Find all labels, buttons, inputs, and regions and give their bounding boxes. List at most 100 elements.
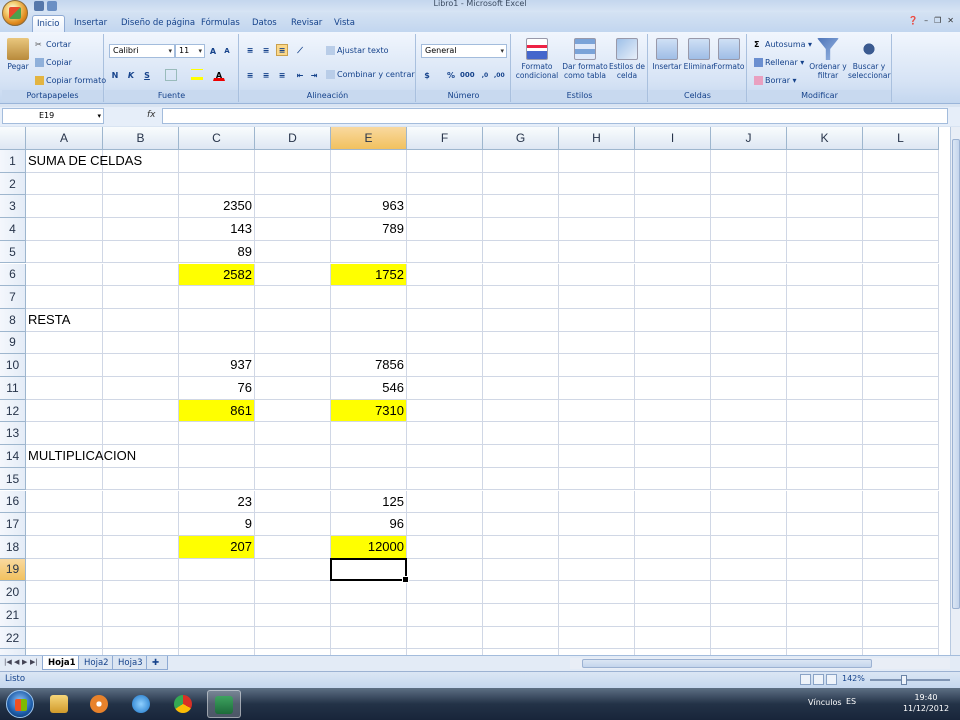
orientation-icon[interactable]: ⟋ [294, 44, 306, 56]
cell-d19[interactable] [255, 558, 331, 582]
cell-k22[interactable] [787, 626, 863, 650]
cell-f5[interactable] [407, 240, 483, 264]
next-sheet-icon[interactable]: ▶ [22, 658, 27, 666]
column-header-h[interactable]: H [559, 127, 635, 150]
cell-j8[interactable] [711, 308, 787, 332]
cell-g4[interactable] [483, 218, 559, 241]
cell-g8[interactable] [483, 308, 559, 332]
cell-i16[interactable] [635, 490, 711, 514]
cell-a13[interactable] [26, 422, 103, 446]
row-header-1[interactable]: 1 [0, 150, 26, 173]
cell-d2[interactable] [255, 172, 331, 196]
cell-l10[interactable] [863, 354, 939, 377]
cell-i3[interactable] [635, 195, 711, 219]
cell-l19[interactable] [863, 558, 939, 582]
cell-g6[interactable] [483, 263, 559, 287]
cell-h8[interactable] [559, 308, 635, 332]
cell-b6[interactable] [103, 263, 179, 287]
cell-a19[interactable] [26, 558, 103, 582]
cell-c16[interactable]: 23 [179, 490, 255, 514]
cell-h14[interactable] [559, 445, 635, 468]
cell-f18[interactable] [407, 535, 483, 559]
cell-c1[interactable] [179, 150, 255, 173]
cell-c6[interactable]: 2582 [179, 263, 255, 287]
cell-g2[interactable] [483, 172, 559, 196]
cell-c2[interactable] [179, 172, 255, 196]
row-header-22[interactable]: 22 [0, 626, 26, 650]
cell-g11[interactable] [483, 377, 559, 400]
cell-a17[interactable] [26, 513, 103, 536]
cell-g21[interactable] [483, 604, 559, 627]
cell-f20[interactable] [407, 581, 483, 604]
cell-g22[interactable] [483, 626, 559, 650]
row-header-5[interactable]: 5 [0, 240, 26, 264]
cell-g13[interactable] [483, 422, 559, 446]
cell-a20[interactable] [26, 581, 103, 604]
percent-button[interactable]: % [445, 69, 457, 81]
cell-d20[interactable] [255, 581, 331, 604]
cell-i14[interactable] [635, 445, 711, 468]
cell-k9[interactable] [787, 331, 863, 355]
tab-diseno-pagina[interactable]: Diseño de página [117, 15, 199, 32]
cell-h17[interactable] [559, 513, 635, 536]
cell-a18[interactable] [26, 535, 103, 559]
cell-l16[interactable] [863, 490, 939, 514]
cell-c12[interactable]: 861 [179, 399, 255, 423]
media-player-task[interactable] [82, 690, 116, 718]
cell-l11[interactable] [863, 377, 939, 400]
cell-a6[interactable] [26, 263, 103, 287]
cell-f19[interactable] [407, 558, 483, 582]
cell-styles-button[interactable]: Estilos de celda [608, 38, 646, 80]
cell-e1[interactable] [331, 150, 407, 173]
cell-a15[interactable] [26, 467, 103, 491]
cell-e17[interactable]: 96 [331, 513, 407, 536]
cell-l21[interactable] [863, 604, 939, 627]
cell-d12[interactable] [255, 399, 331, 423]
number-format-select[interactable]: General [421, 44, 507, 58]
row-header-4[interactable]: 4 [0, 218, 26, 241]
cell-h1[interactable] [559, 150, 635, 173]
clear-button[interactable]: Borrar ▾ [754, 76, 797, 85]
row-header-9[interactable]: 9 [0, 331, 26, 355]
cell-d1[interactable] [255, 150, 331, 173]
cell-c17[interactable]: 9 [179, 513, 255, 536]
insert-sheet-icon[interactable]: ✚ [146, 656, 168, 670]
cell-g9[interactable] [483, 331, 559, 355]
cell-f4[interactable] [407, 218, 483, 241]
tab-datos[interactable]: Datos [248, 15, 281, 32]
cell-k16[interactable] [787, 490, 863, 514]
cell-b2[interactable] [103, 172, 179, 196]
row-header-7[interactable]: 7 [0, 286, 26, 309]
sort-filter-button[interactable]: Ordenar y filtrar [808, 38, 848, 80]
cell-a21[interactable] [26, 604, 103, 627]
row-header-3[interactable]: 3 [0, 195, 26, 219]
cell-i8[interactable] [635, 308, 711, 332]
cell-i4[interactable] [635, 218, 711, 241]
increase-decimal-icon[interactable]: ,0 [479, 69, 491, 81]
cell-i7[interactable] [635, 286, 711, 309]
cell-b7[interactable] [103, 286, 179, 309]
cell-f2[interactable] [407, 172, 483, 196]
last-sheet-icon[interactable]: ▶| [30, 658, 38, 666]
cell-c5[interactable]: 89 [179, 240, 255, 264]
column-header-j[interactable]: J [711, 127, 787, 150]
cell-i19[interactable] [635, 558, 711, 582]
row-header-18[interactable]: 18 [0, 535, 26, 559]
row-header-21[interactable]: 21 [0, 604, 26, 627]
cell-g15[interactable] [483, 467, 559, 491]
cell-d22[interactable] [255, 626, 331, 650]
column-header-i[interactable]: I [635, 127, 711, 150]
cell-l9[interactable] [863, 331, 939, 355]
cell-h4[interactable] [559, 218, 635, 241]
borders-icon[interactable] [165, 69, 177, 81]
cell-d17[interactable] [255, 513, 331, 536]
cell-g10[interactable] [483, 354, 559, 377]
cell-e22[interactable] [331, 626, 407, 650]
align-middle-icon[interactable]: ≡ [260, 44, 272, 56]
conditional-format-button[interactable]: Formato condicional [514, 38, 560, 80]
cell-a5[interactable] [26, 240, 103, 264]
tab-inicio[interactable]: Inicio [32, 15, 65, 32]
cell-i1[interactable] [635, 150, 711, 173]
minimize-icon[interactable]: – [924, 16, 928, 25]
cell-c15[interactable] [179, 467, 255, 491]
